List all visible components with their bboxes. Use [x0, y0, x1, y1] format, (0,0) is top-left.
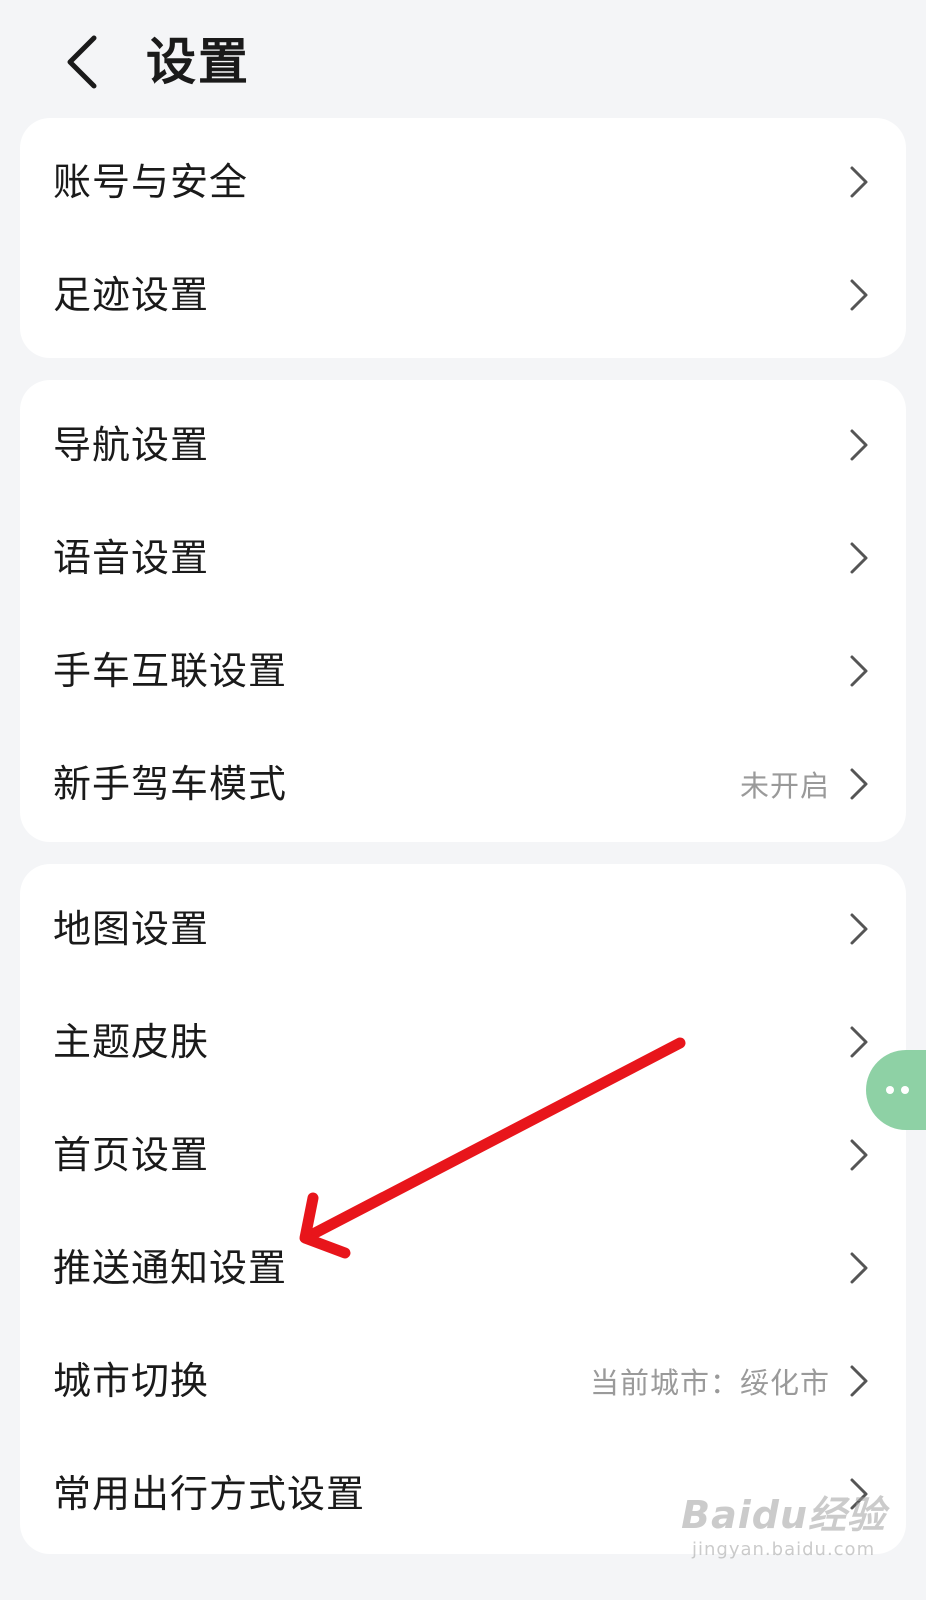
- page-title: 设置: [146, 33, 250, 91]
- settings-item-label: 首页设置: [53, 1132, 210, 1177]
- chevron-right-icon: [850, 279, 868, 310]
- chevron-right-icon: [850, 655, 868, 686]
- chevron-right-icon: [850, 166, 868, 197]
- watermark-title: Baidu经验: [681, 1493, 886, 1537]
- settings-item-footprint[interactable]: 足迹设置: [20, 238, 906, 351]
- settings-item-label: 账号与安全: [53, 159, 249, 204]
- status-value: 未开启: [739, 768, 830, 803]
- watermark-url: jingyan.baidu.com: [692, 1539, 876, 1560]
- settings-item-map[interactable]: 地图设置: [20, 872, 906, 985]
- settings-item-label: 语音设置: [53, 535, 210, 580]
- settings-item-account-security[interactable]: 账号与安全: [20, 125, 906, 238]
- settings-item-city-switch[interactable]: 城市切换 当前城市：绥化市: [20, 1324, 906, 1437]
- top-bar: 设置: [0, 0, 926, 118]
- chevron-right-icon: [850, 913, 868, 944]
- chevron-right-icon: [850, 1139, 868, 1170]
- settings-item-novice-driving-mode[interactable]: 新手驾车模式 未开启: [20, 727, 906, 840]
- settings-item-theme-skin[interactable]: 主题皮肤: [20, 985, 906, 1098]
- settings-item-label: 常用出行方式设置: [53, 1471, 366, 1516]
- settings-item-navigation[interactable]: 导航设置: [20, 388, 906, 501]
- settings-group-account: 账号与安全 足迹设置: [20, 118, 906, 358]
- back-button[interactable]: [56, 34, 108, 90]
- chevron-left-icon: [67, 35, 97, 89]
- settings-item-label: 地图设置: [53, 906, 210, 951]
- current-city-value: 当前城市：绥化市: [589, 1365, 830, 1400]
- settings-item-label: 城市切换: [53, 1358, 210, 1403]
- chevron-right-icon: [850, 542, 868, 573]
- settings-item-phone-car-link[interactable]: 手车互联设置: [20, 614, 906, 727]
- settings-item-voice[interactable]: 语音设置: [20, 501, 906, 614]
- settings-group-general: 地图设置 主题皮肤 首页设置 推送通知设置 城市切换 当前城市：绥化市 常用出行…: [20, 864, 906, 1554]
- chevron-right-icon: [850, 429, 868, 460]
- dot-icon: [901, 1086, 909, 1094]
- settings-item-homepage[interactable]: 首页设置: [20, 1098, 906, 1211]
- settings-item-label: 新手驾车模式: [53, 761, 288, 806]
- settings-item-label: 手车互联设置: [53, 648, 288, 693]
- watermark-logo: Baidu经验 jingyan.baidu.com: [681, 1484, 886, 1560]
- settings-group-navigation: 导航设置 语音设置 手车互联设置 新手驾车模式 未开启: [20, 380, 906, 842]
- chevron-right-icon: [850, 768, 868, 799]
- dot-icon: [886, 1086, 894, 1094]
- chevron-right-icon: [850, 1365, 868, 1396]
- settings-item-label: 主题皮肤: [53, 1019, 210, 1064]
- settings-item-label: 推送通知设置: [53, 1245, 288, 1290]
- settings-item-push-notification[interactable]: 推送通知设置: [20, 1211, 906, 1324]
- chevron-right-icon: [850, 1026, 868, 1057]
- chevron-right-icon: [850, 1252, 868, 1283]
- settings-page: 设置 账号与安全 足迹设置 导航设置 语音设置 手车互联设置 新手驾车模式 未开…: [0, 0, 926, 1600]
- settings-item-label: 足迹设置: [53, 272, 210, 317]
- settings-item-label: 导航设置: [53, 422, 210, 467]
